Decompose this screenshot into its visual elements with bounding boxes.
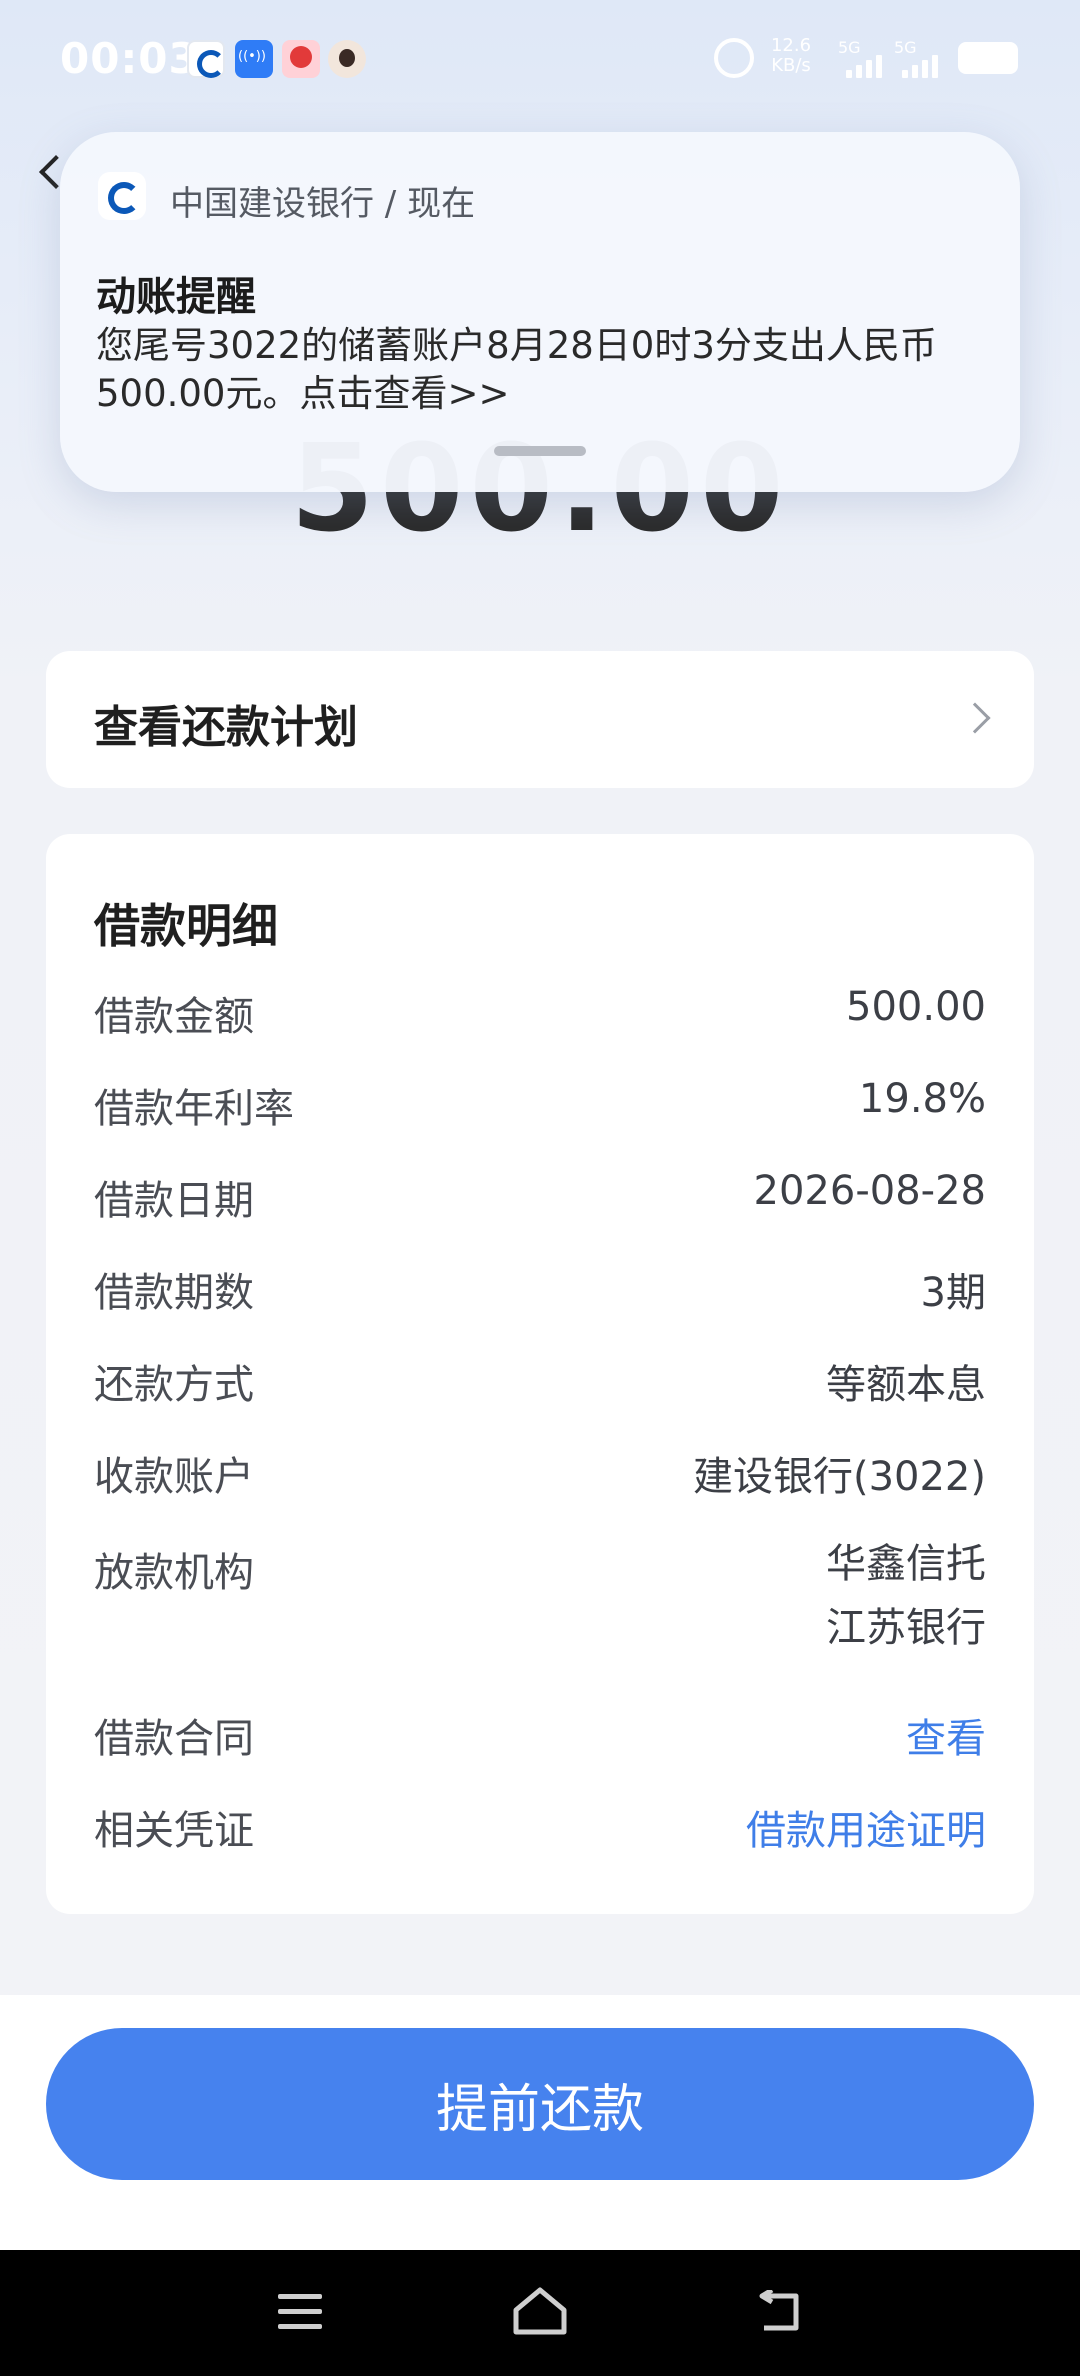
bottom-action-bar: 提前还款	[0, 1995, 1080, 2250]
institution-name: 江苏银行	[826, 1605, 986, 1651]
detail-row-rate: 借款年利率 19.8%	[94, 1076, 986, 1136]
status-time: 00:03	[60, 34, 199, 83]
detail-label: 借款合同	[94, 1716, 254, 1762]
network-speed: 12.6 KB/s	[766, 36, 816, 76]
alarm-icon	[714, 38, 754, 78]
repayment-plan-card[interactable]: 查看还款计划	[46, 651, 1034, 788]
notification-app-name: 中国建设银行 / 现在	[170, 184, 476, 224]
detail-label: 收款账户	[94, 1454, 254, 1500]
nfc-icon	[235, 40, 273, 78]
back-icon[interactable]	[756, 2290, 804, 2334]
loan-detail-card: 借款明细 借款金额 500.00 借款年利率 19.8% 借款日期 2026-0…	[46, 834, 1034, 1914]
menu-icon[interactable]	[278, 2294, 322, 2330]
institution-name: 华鑫信托	[826, 1541, 986, 1587]
detail-row-account: 收款账户 建设银行(3022)	[94, 1444, 986, 1504]
signal-icon-2: 5G	[894, 38, 938, 82]
notification-drag-handle[interactable]	[494, 446, 586, 456]
notification-banner[interactable]: 中国建设银行 / 现在 动账提醒 您尾号3022的储蓄账户8月28日0时3分支出…	[60, 132, 1020, 492]
detail-row-date: 借款日期 2026-08-28	[94, 1168, 986, 1228]
detail-value: 19.8%	[858, 1076, 986, 1122]
detail-value: 2026-08-28	[753, 1168, 986, 1214]
detail-label: 借款年利率	[94, 1086, 294, 1132]
detail-value: 500.00	[846, 984, 986, 1030]
home-icon[interactable]	[512, 2286, 568, 2336]
detail-row-method: 还款方式 等额本息	[94, 1352, 986, 1412]
game-app-icon	[282, 40, 320, 78]
view-contract-link[interactable]: 查看	[906, 1706, 986, 1764]
detail-row-amount: 借款金额 500.00	[94, 984, 986, 1044]
loan-detail-title: 借款明细	[94, 899, 278, 953]
detail-label: 借款日期	[94, 1178, 254, 1224]
detail-label: 还款方式	[94, 1362, 254, 1408]
network-speed-unit: KB/s	[771, 55, 811, 76]
repayment-plan-label: 查看还款计划	[94, 702, 358, 753]
detail-value: 3期	[920, 1270, 986, 1316]
notification-body: 您尾号3022的储蓄账户8月28日0时3分支出人民币500.00元。点击查看>>	[96, 324, 937, 415]
network-speed-value: 12.6	[770, 35, 812, 56]
detail-label: 放款机构	[94, 1550, 254, 1596]
detail-row-periods: 借款期数 3期	[94, 1260, 986, 1320]
ccb-bank-icon	[98, 172, 146, 220]
detail-value: 建设银行(3022)	[692, 1454, 986, 1500]
status-bar: 00:03 12.6 KB/s 5G 5G	[0, 0, 1080, 120]
ccb-bank-icon	[187, 40, 225, 78]
detail-label: 相关凭证	[94, 1808, 254, 1854]
detail-row-voucher: 相关凭证 借款用途证明	[94, 1798, 986, 1858]
institution-values: 华鑫信托 江苏银行	[826, 1532, 986, 1660]
signal-icon-1: 5G	[838, 38, 882, 82]
notification-title: 动账提醒	[96, 274, 256, 320]
detail-row-contract: 借款合同 查看	[94, 1706, 986, 1766]
detail-label: 借款期数	[94, 1270, 254, 1316]
battery-icon	[958, 42, 1018, 74]
avatar-app-icon	[328, 40, 366, 78]
detail-row-institution: 放款机构 华鑫信托 江苏银行	[94, 1532, 986, 1672]
prepay-button[interactable]: 提前还款	[46, 2028, 1034, 2180]
system-nav-bar	[0, 2250, 1080, 2376]
chevron-right-icon	[959, 702, 991, 734]
loan-purpose-proof-link[interactable]: 借款用途证明	[746, 1798, 986, 1856]
detail-value: 等额本息	[826, 1362, 986, 1408]
detail-label: 借款金额	[94, 994, 254, 1040]
